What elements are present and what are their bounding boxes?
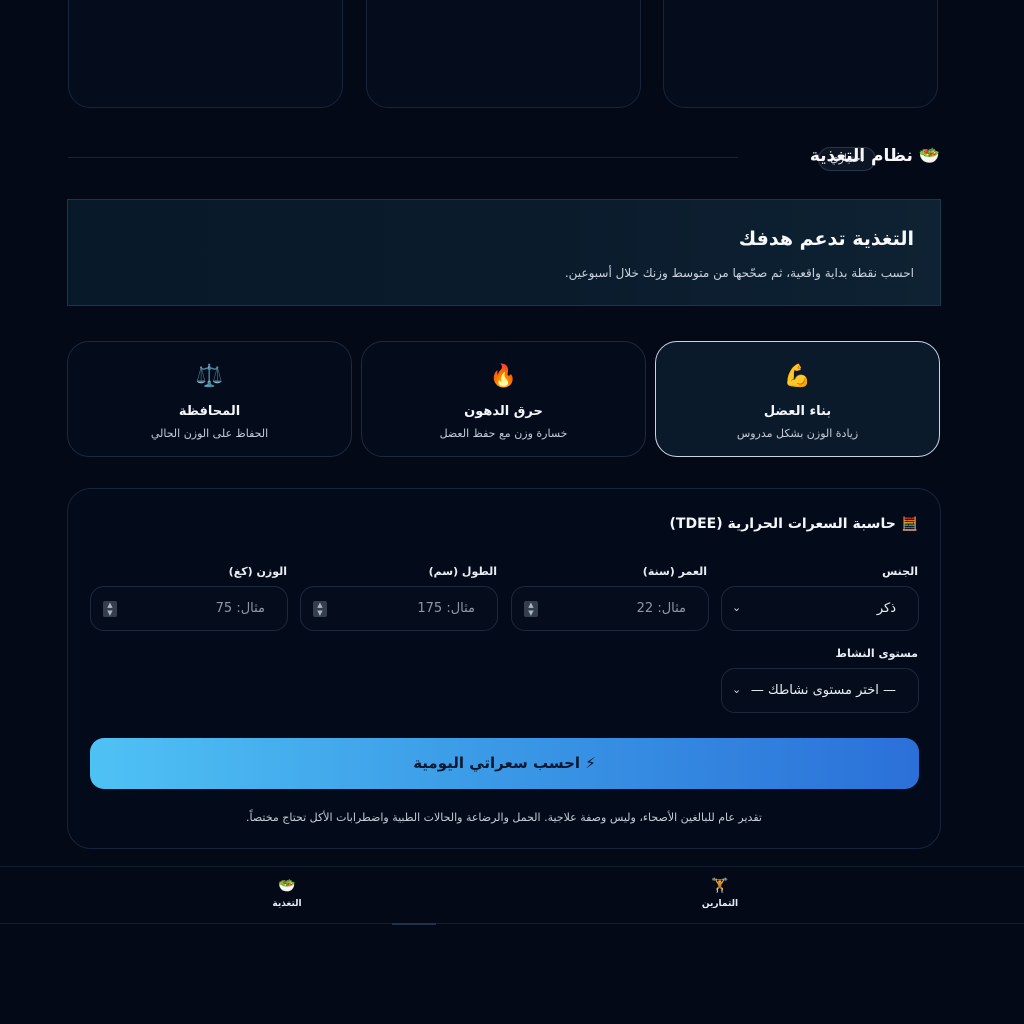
age-input[interactable]: مثال: 22 ▲ ▼ (511, 586, 709, 631)
goal-subtitle: زيادة الوزن بشكل مدروس (736, 427, 859, 440)
goal-card-maintain[interactable]: ⚖️ المحافظة الحفاظ على الوزن الحالي (67, 341, 352, 457)
section-divider (68, 157, 738, 158)
goal-card-muscle[interactable]: 💪 بناء العضل زيادة الوزن بشكل مدروس (655, 341, 940, 457)
nav-indicator (392, 923, 436, 925)
previous-card[interactable] (68, 0, 343, 108)
chevron-down-icon: ⌄ (732, 683, 742, 696)
nav-label: التغذية (272, 899, 302, 909)
page: اختياري 🥗نظام التغذية التغذية تدعم هدفك … (0, 0, 1024, 1024)
activity-value: — اختر مستوى نشاطك — (750, 683, 896, 698)
section-header: اختياري 🥗نظام التغذية (68, 144, 940, 174)
weight-placeholder: مثال: 75 (215, 601, 265, 616)
stepper-icon[interactable]: ▲ ▼ (103, 601, 117, 617)
balance-scale-icon: ⚖️ (195, 364, 224, 389)
calculate-button[interactable]: ⚡ احسب سعراتي اليومية (90, 738, 919, 789)
height-label: الطول (سم) (428, 565, 497, 578)
stepper-icon[interactable]: ▲ ▼ (524, 601, 538, 617)
goal-title: بناء العضل (763, 404, 832, 419)
goal-card-fat-burn[interactable]: 🔥 حرق الدهون خسارة وزن مع حفظ العضل (361, 341, 646, 457)
goal-subtitle: خسارة وزن مع حفظ العضل (439, 427, 568, 440)
bottom-nav: 🏋️ التمارين 🥗 التغذية (0, 866, 1024, 925)
disclaimer-note: تقدير عام للبالغين الأصحاء، وليس وصفة عل… (246, 811, 762, 824)
gender-select[interactable]: ذكر ⌄ (721, 586, 919, 631)
salad-bowl-icon: 🥗 (278, 878, 296, 894)
previous-section-cards (68, 0, 940, 108)
height-placeholder: مثال: 175 (417, 601, 475, 616)
height-input[interactable]: مثال: 175 ▲ ▼ (300, 586, 498, 631)
age-label: العمر (سنة) (642, 565, 707, 578)
nav-label: التمارين (701, 899, 739, 909)
weight-label: الوزن (كغ) (228, 565, 287, 578)
flexed-biceps-icon: 💪 (783, 364, 812, 389)
activity-select[interactable]: — اختر مستوى نشاطك — ⌄ (721, 668, 919, 713)
nav-item-workouts[interactable]: 🏋️ التمارين (680, 877, 760, 909)
previous-card[interactable] (663, 0, 938, 108)
stepper-icon[interactable]: ▲ ▼ (313, 601, 327, 617)
trophy-icon: 🏋️ (711, 878, 729, 894)
calculator-title-text: حاسبة السعرات الحرارية (TDEE) (669, 516, 896, 532)
chevron-down-icon: ⌄ (732, 601, 742, 614)
gender-value: ذكر (876, 601, 896, 616)
hero-banner: التغذية تدعم هدفك احسب نقطة بداية واقعية… (67, 199, 941, 306)
previous-card[interactable] (366, 0, 641, 108)
calculator-title: 🧮 حاسبة السعرات الحرارية (TDEE) (670, 516, 919, 532)
tdee-calculator: 🧮 حاسبة السعرات الحرارية (TDEE) الجنس الع… (67, 488, 941, 849)
fire-icon: 🔥 (489, 364, 518, 389)
goal-title: المحافظة (178, 404, 241, 419)
activity-label: مستوى النشاط (835, 647, 918, 660)
gender-label: الجنس (882, 565, 918, 578)
nav-item-nutrition[interactable]: 🥗 التغذية (247, 877, 327, 909)
salad-bowl-icon: 🥗 (918, 146, 940, 166)
abacus-icon: 🧮 (901, 517, 918, 532)
hero-title: التغذية تدعم هدفك (738, 228, 914, 250)
weight-input[interactable]: مثال: 75 ▲ ▼ (90, 586, 288, 631)
goal-subtitle: الحفاظ على الوزن الحالي (150, 427, 269, 440)
section-title-text: نظام التغذية (809, 146, 913, 166)
section-title: 🥗نظام التغذية (810, 146, 940, 166)
hero-subtitle: احسب نقطة بداية واقعية، ثم صحّحها من متو… (564, 266, 914, 280)
goal-title: حرق الدهون (464, 404, 543, 419)
age-placeholder: مثال: 22 (636, 601, 686, 616)
